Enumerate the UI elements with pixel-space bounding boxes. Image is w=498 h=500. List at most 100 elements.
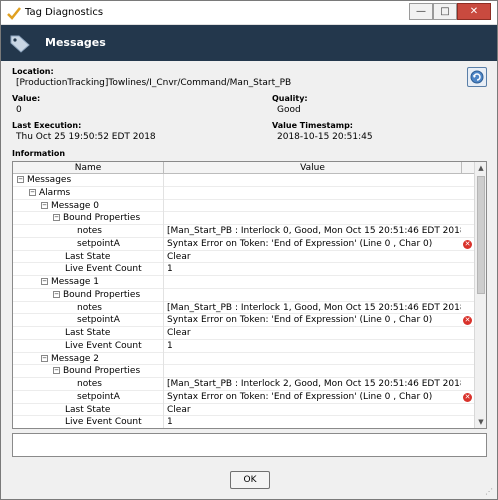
collapse-toggle-icon[interactable]: −: [29, 188, 36, 196]
collapse-toggle-icon[interactable]: −: [53, 214, 60, 222]
table-row[interactable]: − Message 2: [13, 352, 474, 366]
row-value-cell: [Man_Start_PB : Interlock 1, Good, Mon O…: [167, 302, 461, 313]
checkmark-pen-icon: [7, 7, 21, 20]
column-header-name[interactable]: Name: [13, 162, 164, 174]
row-name-cell: setpointA: [13, 314, 164, 327]
row-name-cell: − Bound Properties: [13, 288, 164, 302]
collapse-toggle-icon[interactable]: −: [41, 201, 48, 209]
table-row[interactable]: Last State Clear: [13, 327, 474, 340]
row-name-text: Live Event Count: [65, 264, 142, 275]
row-name-cell: Last State: [13, 250, 164, 264]
resize-grip-icon[interactable]: ⋰: [485, 487, 495, 497]
row-name-text: Last State: [65, 251, 111, 262]
row-value-cell: [165, 200, 461, 213]
tag-diagnostics-window: Tag Diagnostics — □ ✕ Messages Location:…: [0, 0, 498, 500]
row-value-cell: [Man_Start_PB : Interlock 0, Good, Mon O…: [167, 226, 461, 236]
table-header: Name Value: [13, 162, 474, 174]
table-row[interactable]: − Message 0: [13, 199, 474, 213]
quality-value: Good: [277, 105, 301, 115]
collapse-toggle-icon[interactable]: −: [17, 176, 24, 183]
refresh-button[interactable]: [467, 67, 487, 87]
collapse-toggle-icon[interactable]: −: [53, 367, 60, 375]
table-row[interactable]: − Bound Properties: [13, 212, 474, 225]
table-row[interactable]: − Bound Properties: [13, 288, 474, 302]
row-name-text: Bound Properties: [63, 213, 141, 224]
table-row[interactable]: Live Event Count 1: [13, 263, 474, 276]
row-value-cell: Clear: [167, 328, 191, 338]
row-value-cell: [165, 187, 461, 200]
quality-label: Quality:: [272, 94, 308, 103]
header-band: Messages: [1, 25, 497, 61]
row-name-cell: − Bound Properties: [13, 212, 164, 225]
collapse-toggle-icon[interactable]: −: [53, 290, 60, 298]
information-table[interactable]: Name Value − Messages − Alarms − Message 0− Bo…: [12, 161, 487, 429]
table-row[interactable]: − Messages: [13, 174, 474, 187]
collapse-toggle-icon[interactable]: −: [41, 354, 48, 362]
scroll-down-icon[interactable]: ▼: [475, 416, 486, 428]
details-text-field[interactable]: [12, 433, 487, 457]
table-row[interactable]: setpointA Syntax Error on Token: 'End of …: [13, 314, 474, 327]
table-row[interactable]: setpointA Syntax Error on Token: 'End of …: [13, 390, 474, 404]
header-title: Messages: [45, 36, 106, 49]
row-name-cell: − Message 0: [13, 199, 164, 213]
error-icon[interactable]: ✕: [463, 239, 472, 249]
row-name-cell: − Message 2: [13, 352, 164, 366]
row-name-text: Bound Properties: [63, 366, 141, 377]
table-row[interactable]: notes [Man_Start_PB : Interlock 2, Good, …: [13, 378, 474, 391]
table-row[interactable]: Last State Clear: [13, 403, 474, 417]
ok-button[interactable]: OK: [230, 471, 270, 489]
vertical-scrollbar[interactable]: ▲ ▼: [474, 162, 486, 428]
refresh-icon: [470, 70, 484, 84]
table-row[interactable]: Last State Clear: [13, 250, 474, 264]
minimize-button[interactable]: —: [409, 3, 433, 20]
title-bar[interactable]: Tag Diagnostics — □ ✕: [1, 1, 497, 25]
scroll-thumb[interactable]: [477, 176, 485, 294]
table-row[interactable]: notes [Man_Start_PB : Interlock 1, Good, …: [13, 301, 474, 315]
row-name-cell: notes: [13, 225, 164, 238]
row-value-cell: Syntax Error on Token: 'End of Expressio…: [167, 315, 433, 326]
row-name-cell: Last State: [13, 403, 164, 417]
value-value: 0: [16, 105, 22, 115]
row-name-cell: Live Event Count: [13, 416, 164, 428]
row-name-cell: Last State: [13, 327, 164, 340]
error-icon[interactable]: ✕: [463, 316, 472, 326]
table-row[interactable]: notes [Man_Start_PB : Interlock 0, Good, …: [13, 225, 474, 238]
row-value-cell: Syntax Error on Token: 'End of Expressio…: [167, 391, 433, 402]
location-value: [ProductionTracking]Towlines/I_Cnvr/Comm…: [16, 78, 292, 88]
row-value-cell: Clear: [167, 251, 191, 262]
table-row[interactable]: Live Event Count 1: [13, 339, 474, 353]
row-name-text: setpointA: [77, 238, 120, 249]
row-name-cell: notes: [13, 378, 164, 391]
row-name-text: Message 1: [51, 277, 100, 287]
table-row[interactable]: setpointA Syntax Error on Token: 'End of …: [13, 237, 474, 251]
table-row[interactable]: − Bound Properties: [13, 365, 474, 378]
last-execution-value: Thu Oct 25 19:50:52 EDT 2018: [16, 132, 156, 142]
row-name-text: Last State: [65, 328, 111, 338]
table-row[interactable]: − Alarms: [13, 186, 474, 200]
row-name-text: Messages: [27, 175, 72, 185]
row-name-text: Live Event Count: [65, 340, 142, 351]
row-value-cell: 1: [167, 340, 173, 351]
row-value-cell: [165, 212, 461, 225]
row-name-text: setpointA: [77, 391, 120, 402]
row-name-text: setpointA: [77, 315, 120, 326]
row-value-cell: 1: [167, 264, 173, 275]
row-value-cell: Clear: [167, 404, 191, 415]
close-button[interactable]: ✕: [457, 3, 491, 20]
collapse-toggle-icon[interactable]: −: [41, 278, 48, 285]
value-timestamp-label: Value Timestamp:: [272, 121, 354, 130]
column-header-value[interactable]: Value: [164, 162, 462, 174]
scroll-up-icon[interactable]: ▲: [475, 162, 486, 174]
row-name-text: notes: [77, 379, 102, 389]
row-name-text: Last State: [65, 404, 111, 415]
table-row[interactable]: Live Event Count 1: [13, 416, 474, 428]
row-name-cell: − Messages: [13, 174, 164, 187]
value-timestamp-value: 2018-10-15 20:51:45: [277, 132, 373, 142]
table-row[interactable]: − Message 1: [13, 276, 474, 289]
row-name-cell: setpointA: [13, 390, 164, 404]
tag-icon: [10, 35, 30, 53]
error-icon[interactable]: ✕: [463, 392, 472, 402]
maximize-button[interactable]: □: [433, 3, 457, 20]
row-name-cell: Live Event Count: [13, 339, 164, 353]
row-name-cell: − Alarms: [13, 186, 164, 200]
